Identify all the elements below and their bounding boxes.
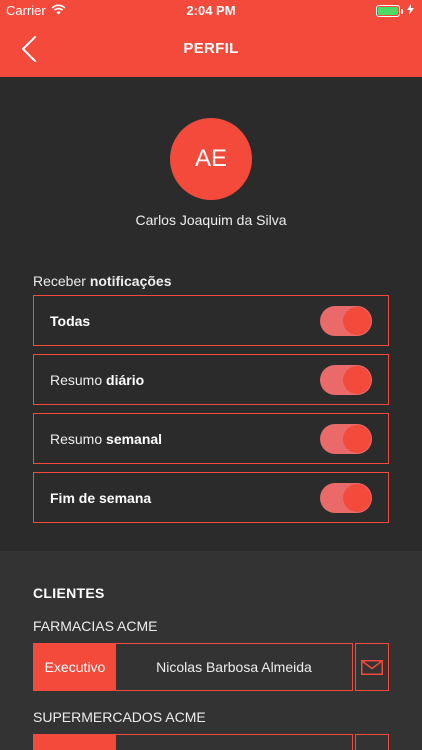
mail-button[interactable] xyxy=(355,734,389,750)
battery-icon xyxy=(376,5,403,17)
toggle-label-prefix: Resumo xyxy=(50,372,103,388)
battery-indicator xyxy=(376,4,414,18)
toggle-row-resumo-semanal[interactable]: Resumo semanal xyxy=(33,413,389,464)
status-time: 2:04 PM xyxy=(186,3,236,18)
toggle-switch-resumo-semanal[interactable] xyxy=(320,424,372,454)
client-name: FARMACIAS ACME xyxy=(33,618,158,634)
avatar: AE xyxy=(170,118,252,200)
toggle-label-bold: Todas xyxy=(50,313,91,329)
client-name: SUPERMERCADOS ACME xyxy=(33,709,206,725)
toggle-row-todas[interactable]: Todas xyxy=(33,295,389,346)
toggle-row-resumo-diario[interactable]: Resumo diário xyxy=(33,354,389,405)
executive-name xyxy=(116,735,352,750)
toggle-label-prefix: Resumo xyxy=(50,431,103,447)
profile-section: AE Carlos Joaquim da Silva Receber notif… xyxy=(0,77,422,551)
clients-section: CLIENTES FARMACIAS ACME Executivo Nicola… xyxy=(0,551,422,750)
user-name: Carlos Joaquim da Silva xyxy=(135,212,287,228)
executive-tag xyxy=(34,735,116,750)
avatar-initials: AE xyxy=(194,145,227,172)
toggle-label-bold: diário xyxy=(106,372,145,388)
executive-name: Nicolas Barbosa Almeida xyxy=(156,659,312,675)
toggle-label-bold: Fim de semana xyxy=(50,490,152,506)
toggle-label: Resumo diário xyxy=(50,372,144,388)
toggle-label-bold: semanal xyxy=(106,431,163,447)
mail-icon xyxy=(361,659,383,675)
nav-bar: PERFIL xyxy=(0,22,422,77)
toggle-switch-resumo-diario[interactable] xyxy=(320,365,372,395)
executive-tag: Executivo xyxy=(34,644,116,690)
toggle-row-fim-de-semana[interactable]: Fim de semana xyxy=(33,472,389,523)
status-bar: Carrier 2:04 PM xyxy=(0,0,422,22)
switch-knob xyxy=(343,366,371,394)
switch-knob xyxy=(343,425,371,453)
toggle-switch-fim-de-semana[interactable] xyxy=(320,483,372,513)
notifications-heading-bold: notificações xyxy=(89,273,172,289)
notifications-heading-prefix: Receber xyxy=(33,273,86,289)
page-title: PERFIL xyxy=(183,40,239,57)
charging-bolt-icon xyxy=(407,4,414,18)
executive-row[interactable]: Executivo Nicolas Barbosa Almeida xyxy=(33,643,353,691)
mail-button[interactable] xyxy=(355,643,389,691)
notifications-heading: Receber notificações xyxy=(33,273,172,289)
toggle-label: Todas xyxy=(50,313,90,329)
switch-knob xyxy=(343,307,371,335)
clients-title: CLIENTES xyxy=(33,585,105,601)
toggle-label: Fim de semana xyxy=(50,490,151,506)
toggle-switch-todas[interactable] xyxy=(320,306,372,336)
switch-knob xyxy=(343,484,371,512)
executive-row[interactable] xyxy=(33,734,353,750)
toggle-label: Resumo semanal xyxy=(50,431,162,447)
